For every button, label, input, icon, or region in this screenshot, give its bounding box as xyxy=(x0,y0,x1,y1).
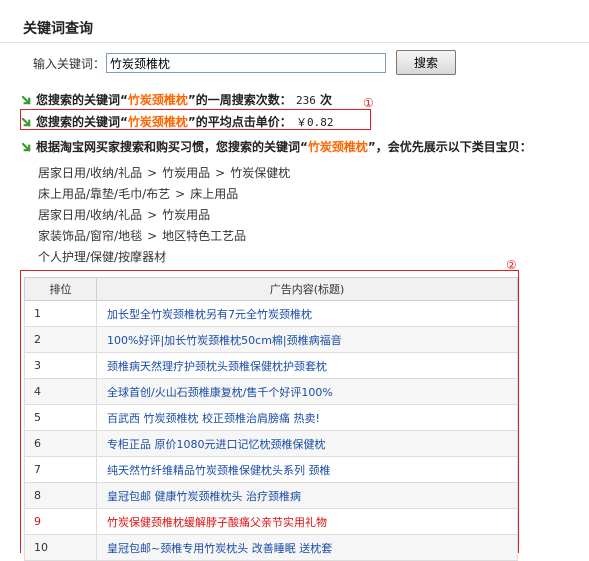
avg-click-price: ￥0.82 xyxy=(295,116,334,129)
category-path-item: 床上用品/靠垫/毛巾/布艺 > 床上用品 xyxy=(38,184,290,205)
stat-category-hint: 根据淘宝网买家搜索和购买习惯，您搜索的关键词“竹炭颈椎枕”，会优先展示以下类目宝… xyxy=(22,138,532,155)
category-path-item: 个人护理/保健/按摩器材 xyxy=(38,247,290,268)
category-segment: 竹炭保健枕 xyxy=(230,166,291,180)
category-list: 居家日用/收纳/礼品 > 竹炭用品 > 竹炭保健枕 床上用品/靠垫/毛巾/布艺 > 床上用品居… xyxy=(38,163,290,268)
table-row: 8 皇冠包邮 健康竹炭颈椎枕头 治疗颈椎病 xyxy=(24,482,518,509)
rank-cell: 10 xyxy=(24,534,97,561)
keyword-highlight: 竹炭颈椎枕 xyxy=(307,140,368,154)
rank-cell: 8 xyxy=(24,482,97,509)
green-arrow-icon xyxy=(22,143,31,152)
category-segment: 床上用品 xyxy=(190,187,239,201)
column-header-ad-title: 广告内容(标题) xyxy=(96,277,518,301)
category-segment: 家装饰品/窗帘/地毯 xyxy=(38,229,143,243)
rank-cell: 6 xyxy=(24,430,97,457)
annotation-marker-1: ① xyxy=(363,96,374,110)
stat-weekly-searches: 您搜索的关键词“竹炭颈椎枕”的一周搜索次数： 236 次 xyxy=(22,91,332,108)
ad-title-link[interactable]: 皇冠包邮 健康竹炭颈椎枕头 治疗颈椎病 xyxy=(96,482,518,509)
search-label: 输入关键词： xyxy=(33,57,106,71)
category-path-item: 家装饰品/窗帘/地毯 > 地区特色工艺品 xyxy=(38,226,290,247)
category-segment: 床上用品/靠垫/毛巾/布艺 xyxy=(38,187,171,201)
table-header-row: 排位 广告内容(标题) xyxy=(24,277,518,301)
table-row: 7 纯天然竹纤维精品竹炭颈椎保健枕头系列 颈椎 xyxy=(24,456,518,483)
keyword-highlight: 竹炭颈椎枕 xyxy=(127,93,188,107)
ad-title-link[interactable]: 竹炭保健颈椎枕缓解脖子酸痛父亲节实用礼物 xyxy=(96,508,518,535)
green-arrow-icon xyxy=(22,118,31,127)
rank-cell: 3 xyxy=(24,352,97,379)
table-row: 1 加长型全竹炭颈椎枕另有7元全竹炭颈椎枕 xyxy=(24,300,518,327)
table-row: 4 全球首创/火山石颈椎康复枕/售千个好评100% xyxy=(24,378,518,405)
breadcrumb-separator: > xyxy=(147,208,158,222)
green-arrow-icon xyxy=(22,96,31,105)
table-row: 10 皇冠包邮~颈椎专用竹炭枕头 改善睡眠 送枕套 xyxy=(24,534,518,561)
table-row: 9 竹炭保健颈椎枕缓解脖子酸痛父亲节实用礼物 xyxy=(24,508,518,535)
table-row: 6 专柜正品 原价1080元进口记忆枕颈椎保健枕 xyxy=(24,430,518,457)
rank-cell: 4 xyxy=(24,378,97,405)
rank-cell: 7 xyxy=(24,456,97,483)
rank-cell: 1 xyxy=(24,300,97,327)
ad-title-link[interactable]: 颈椎病天然理疗护颈枕头颈椎保健枕护颈套枕 xyxy=(96,352,518,379)
category-path-item: 居家日用/收纳/礼品 > 竹炭用品 xyxy=(38,205,290,226)
breadcrumb-separator: > xyxy=(175,187,186,201)
ad-title-link[interactable]: 百武西 竹炭颈椎枕 校正颈椎治肩膀痛 热卖! xyxy=(96,404,518,431)
stat-avg-click-price: 您搜索的关键词“竹炭颈椎枕”的平均点击单价： ￥0.82 xyxy=(22,113,333,130)
rank-cell: 2 xyxy=(24,326,97,353)
ad-ranking-table: 排位 广告内容(标题) 1 加长型全竹炭颈椎枕另有7元全竹炭颈椎枕 2 100%好评|… xyxy=(24,277,518,561)
search-button[interactable]: 搜索 xyxy=(396,50,456,75)
rank-cell: 5 xyxy=(24,404,97,431)
ad-title-link[interactable]: 专柜正品 原价1080元进口记忆枕颈椎保健枕 xyxy=(96,430,518,457)
category-segment: 个人护理/保健/按摩器材 xyxy=(38,250,167,264)
keyword-highlight: 竹炭颈椎枕 xyxy=(127,115,188,129)
table-row: 2 100%好评|加长竹炭颈椎枕50cm棉|颈椎病福音 xyxy=(24,326,518,353)
category-segment: 竹炭用品 xyxy=(162,166,211,180)
title-divider xyxy=(0,42,589,43)
ad-title-link[interactable]: 纯天然竹纤维精品竹炭颈椎保健枕头系列 颈椎 xyxy=(96,456,518,483)
weekly-search-count: 236 xyxy=(295,94,316,107)
ad-title-link[interactable]: 100%好评|加长竹炭颈椎枕50cm棉|颈椎病福音 xyxy=(96,326,518,353)
category-segment: 居家日用/收纳/礼品 xyxy=(38,208,143,222)
ad-title-link[interactable]: 加长型全竹炭颈椎枕另有7元全竹炭颈椎枕 xyxy=(96,300,518,327)
keyword-search-input[interactable] xyxy=(106,53,386,73)
table-row: 5 百武西 竹炭颈椎枕 校正颈椎治肩膀痛 热卖! xyxy=(24,404,518,431)
ad-title-link[interactable]: 皇冠包邮~颈椎专用竹炭枕头 改善睡眠 送枕套 xyxy=(96,534,518,561)
breadcrumb-separator: > xyxy=(215,166,226,180)
table-row: 3 颈椎病天然理疗护颈枕头颈椎保健枕护颈套枕 xyxy=(24,352,518,379)
breadcrumb-separator: > xyxy=(147,166,158,180)
annotation-marker-2: ② xyxy=(506,258,517,272)
page-title: 关键词查询 xyxy=(23,21,93,37)
breadcrumb-separator: > xyxy=(147,229,158,243)
category-segment: 居家日用/收纳/礼品 xyxy=(38,166,143,180)
column-header-rank: 排位 xyxy=(24,277,97,301)
ad-title-link[interactable]: 全球首创/火山石颈椎康复枕/售千个好评100% xyxy=(96,378,518,405)
rank-cell: 9 xyxy=(24,508,97,535)
category-segment: 竹炭用品 xyxy=(162,208,211,222)
category-segment: 地区特色工艺品 xyxy=(162,229,247,243)
category-path-item: 居家日用/收纳/礼品 > 竹炭用品 > 竹炭保健枕 xyxy=(38,163,290,184)
